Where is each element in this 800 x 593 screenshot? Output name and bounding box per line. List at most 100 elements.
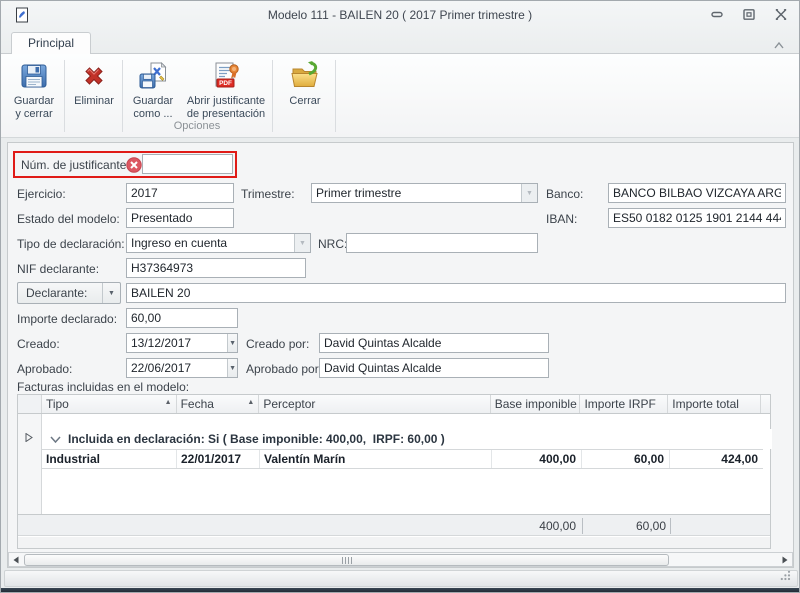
close-form-button[interactable]: Cerrar — [277, 58, 333, 132]
group-row[interactable]: Incluida en declaración: Si ( Base impon… — [42, 429, 772, 449]
window-title: Modelo 111 - BAILEN 20 ( 2017 Primer tri… — [1, 8, 799, 22]
app-window: Modelo 111 - BAILEN 20 ( 2017 Primer tri… — [0, 0, 800, 593]
column-header-importe-total[interactable]: Importe total — [668, 395, 761, 413]
scroll-right-button[interactable] — [778, 553, 792, 566]
column-header-tipo[interactable]: Tipo ▲ — [42, 395, 177, 413]
importe-declarado-input[interactable] — [126, 308, 238, 328]
footer-separator — [582, 518, 583, 534]
column-label: Tipo — [46, 397, 69, 411]
ribbon-separator — [64, 60, 65, 132]
ribbon: Guardar y cerrar Eliminar — [1, 53, 799, 138]
ribbon-separator — [335, 60, 336, 132]
nif-declarante-label: NIF declarante: — [17, 262, 99, 276]
scrollbar-thumb[interactable] — [24, 554, 669, 566]
close-form-label: Cerrar — [289, 95, 320, 108]
aprobado-por-input[interactable] — [319, 358, 549, 378]
table-row[interactable]: Industrial 22/01/2017 Valentín Marín 400… — [42, 449, 763, 469]
trimestre-input[interactable] — [312, 184, 521, 202]
iban-input[interactable] — [608, 208, 786, 228]
aprobado-datepicker[interactable]: ▼ — [126, 358, 238, 378]
declarante-button[interactable]: Declarante: ▼ — [17, 282, 121, 304]
grid-header: Tipo ▲ Fecha ▲ Perceptor Base imponible … — [18, 395, 770, 414]
aprobado-label: Aprobado: — [17, 362, 72, 376]
cell-fecha: 22/01/2017 — [177, 450, 260, 468]
filler-header-cell — [761, 395, 770, 413]
ribbon-group-opciones-caption: Opciones — [123, 120, 271, 132]
chevron-down-icon[interactable]: ▼ — [294, 234, 310, 252]
ribbon-separator — [272, 60, 273, 132]
column-label: Base imponible — [495, 397, 577, 411]
tab-principal[interactable]: Principal — [11, 32, 91, 54]
save-icon — [18, 60, 50, 92]
column-label: Fecha — [181, 397, 214, 411]
trimestre-label: Trimestre: — [241, 187, 295, 201]
window-bottom-edge — [1, 588, 799, 593]
tipo-declaracion-input[interactable] — [127, 234, 294, 252]
folder-close-icon — [289, 60, 321, 92]
scrollbar-grip-icon — [342, 557, 352, 564]
ejercicio-input[interactable] — [126, 183, 234, 203]
facturas-caption: Facturas incluidas en el modelo: — [17, 380, 189, 394]
creado-label: Creado: — [17, 337, 60, 351]
column-header-perceptor[interactable]: Perceptor — [259, 395, 490, 413]
delete-x-icon — [78, 60, 110, 92]
creado-input[interactable] — [127, 334, 227, 352]
sort-asc-icon: ▲ — [165, 397, 172, 406]
creado-datepicker[interactable]: ▼ — [126, 333, 238, 353]
close-button[interactable] — [773, 7, 789, 22]
minimize-button[interactable] — [709, 7, 725, 22]
nrc-input[interactable] — [346, 233, 538, 253]
sort-asc-icon: ▲ — [247, 397, 254, 406]
chevron-down-icon[interactable]: ▼ — [521, 184, 537, 202]
delete-label: Eliminar — [74, 95, 114, 108]
footer-separator — [670, 518, 671, 534]
banco-input[interactable] — [608, 183, 786, 203]
declarante-button-label: Declarante: — [18, 286, 102, 300]
banco-label: Banco: — [546, 187, 583, 201]
open-receipt-label: Abrir justificante de presentación — [187, 95, 265, 121]
cell-perceptor: Valentín Marín — [260, 450, 492, 468]
tipo-declaracion-label: Tipo de declaración: — [17, 237, 125, 251]
resize-grip[interactable] — [780, 570, 791, 584]
num-justificante-input[interactable] — [142, 154, 233, 174]
chevron-down-icon[interactable]: ▼ — [227, 334, 237, 352]
row-indicator-column — [18, 414, 42, 514]
estado-input[interactable] — [126, 208, 234, 228]
save-and-close-label: Guardar y cerrar — [14, 95, 54, 121]
column-header-fecha[interactable]: Fecha ▲ — [177, 395, 260, 413]
collapse-ribbon-icon[interactable] — [773, 38, 787, 48]
column-header-base-imponible[interactable]: Base imponible — [491, 395, 581, 413]
scroll-left-button[interactable] — [9, 553, 23, 566]
restore-button[interactable] — [741, 7, 757, 22]
delete-button[interactable]: Eliminar — [67, 58, 121, 132]
pdf-receipt-icon: PDF — [210, 60, 242, 92]
trimestre-combobox[interactable]: ▼ — [311, 183, 538, 203]
tipo-declaracion-combobox[interactable]: ▼ — [126, 233, 311, 253]
footer-base-total: 400,00 — [492, 519, 576, 533]
title-bar: Modelo 111 - BAILEN 20 ( 2017 Primer tri… — [1, 1, 799, 29]
grid-bottom-strip — [18, 537, 770, 548]
save-as-label: Guardar como ... — [133, 95, 173, 121]
save-and-close-button[interactable]: Guardar y cerrar — [5, 58, 63, 132]
nrc-label: NRC: — [318, 237, 347, 251]
declarante-input[interactable] — [126, 283, 786, 303]
creado-por-input[interactable] — [319, 333, 549, 353]
column-header-importe-irpf[interactable]: Importe IRPF — [580, 395, 668, 413]
status-bar — [4, 570, 798, 587]
cell-tipo: Industrial — [42, 450, 177, 468]
cell-importe-total: 424,00 — [670, 450, 763, 468]
iban-label: IBAN: — [546, 212, 577, 226]
row-indicator-arrow-icon — [25, 431, 33, 445]
column-label: Importe total — [672, 397, 739, 411]
aprobado-input[interactable] — [127, 359, 227, 377]
column-label: Importe IRPF — [584, 397, 655, 411]
chevron-down-icon[interactable]: ▼ — [227, 359, 237, 377]
chevron-down-icon[interactable]: ▼ — [102, 283, 120, 303]
grid-footer: 400,00 60,00 — [18, 514, 770, 536]
indicator-header-cell — [18, 395, 42, 413]
nif-declarante-input[interactable] — [126, 258, 306, 278]
group-collapse-icon[interactable] — [50, 432, 61, 446]
creado-por-label: Creado por: — [246, 337, 309, 351]
ejercicio-label: Ejercicio: — [17, 187, 66, 201]
horizontal-scrollbar[interactable] — [8, 552, 793, 567]
